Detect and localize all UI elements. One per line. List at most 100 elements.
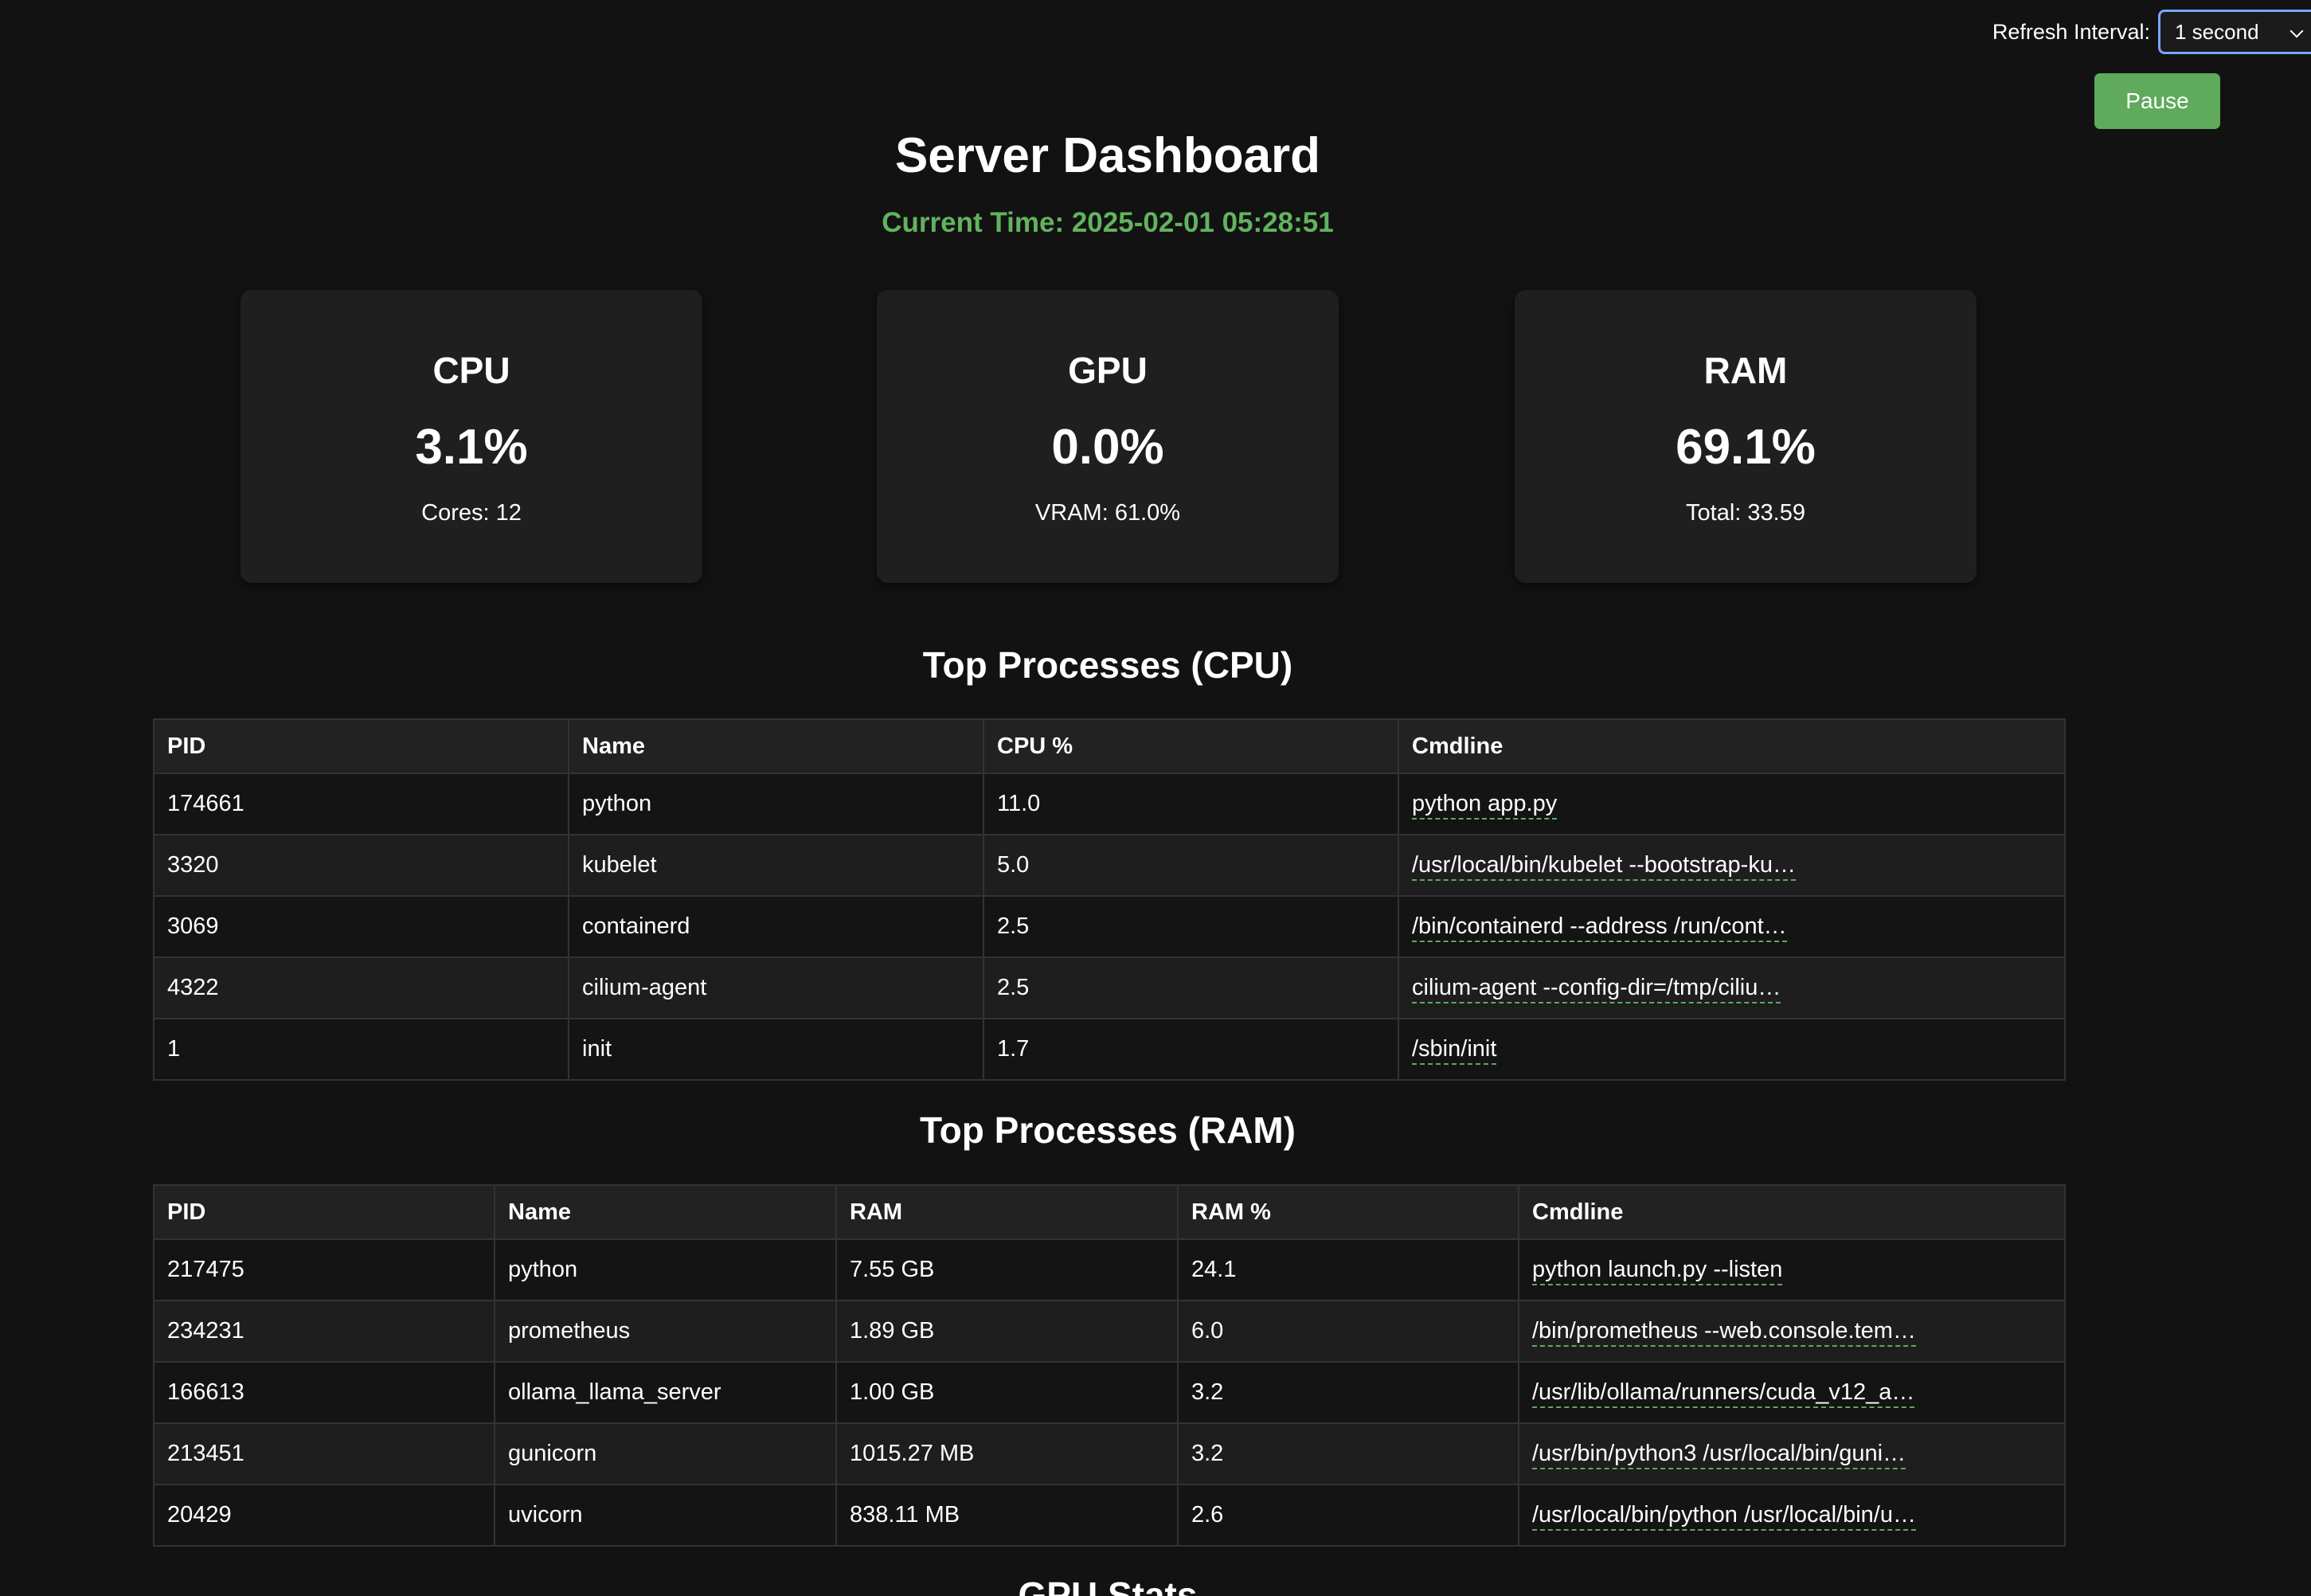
pid-cell: 174661 [153, 773, 569, 835]
column-header-ram: RAM [835, 1184, 1179, 1240]
ram-percent-cell: 3.2 [1177, 1361, 1519, 1424]
ram-cell: 7.55 GB [835, 1238, 1179, 1301]
ram-usage-value: 69.1% [1676, 420, 1816, 475]
gpu-usage-value: 0.0% [1051, 420, 1164, 475]
refresh-interval-label: Refresh Interval: [1992, 19, 2150, 44]
name-cell: kubelet [568, 834, 984, 897]
cmdline-cell: python app.py [1398, 773, 2066, 835]
pause-button[interactable]: Pause [2094, 73, 2220, 129]
cpu-usage-value: 3.1% [415, 420, 528, 475]
ram-total: Total: 33.59 [1686, 500, 1805, 526]
cmdline-text[interactable]: /bin/prometheus --web.console.tem… [1532, 1318, 1916, 1347]
name-cell: prometheus [494, 1300, 837, 1363]
pid-cell: 166613 [153, 1361, 495, 1424]
table-row: 4322 cilium-agent 2.5 cilium-agent --con… [153, 956, 2066, 1019]
pid-cell: 3320 [153, 834, 569, 897]
ram-cell: 1015.27 MB [835, 1422, 1179, 1485]
cmdline-text[interactable]: python launch.py --listen [1532, 1257, 1783, 1285]
ram-cell: 838.11 MB [835, 1484, 1179, 1547]
cmdline-cell: cilium-agent --config-dir=/tmp/ciliu… [1398, 956, 2066, 1019]
page-title: Server Dashboard [894, 128, 1321, 183]
column-header-pid: PID [153, 1184, 495, 1240]
name-cell: cilium-agent [568, 956, 984, 1019]
refresh-interval-value: 1 second [2175, 19, 2259, 44]
ram-processes-title: Top Processes (RAM) [919, 1109, 1296, 1151]
cmdline-text[interactable]: /usr/lib/ollama/runners/cuda_v12_a… [1532, 1379, 1915, 1408]
column-header-cmdline: Cmdline [1398, 718, 2066, 774]
cmdline-text[interactable]: /bin/containerd --address /run/cont… [1412, 913, 1787, 942]
gpu-card: GPU 0.0% VRAM: 61.0% [877, 290, 1339, 583]
table-row: 20429 uvicorn 838.11 MB 2.6 /usr/local/b… [153, 1484, 2066, 1547]
table-row: 1 init 1.7 /sbin/init [153, 1018, 2066, 1081]
cmdline-text[interactable]: /usr/local/bin/kubelet --bootstrap-ku… [1412, 852, 1796, 881]
cpu-card-title: CPU [432, 350, 510, 391]
cmdline-cell: /usr/lib/ollama/runners/cuda_v12_a… [1518, 1361, 2066, 1424]
table-row: 166613 ollama_llama_server 1.00 GB 3.2 /… [153, 1361, 2066, 1424]
column-header-cmdline: Cmdline [1518, 1184, 2066, 1240]
pid-cell: 4322 [153, 956, 569, 1019]
table-row: 3320 kubelet 5.0 /usr/local/bin/kubelet … [153, 834, 2066, 897]
name-cell: containerd [568, 895, 984, 958]
ram-percent-cell: 6.0 [1177, 1300, 1519, 1363]
cmdline-cell: /sbin/init [1398, 1018, 2066, 1081]
gpu-vram: VRAM: 61.0% [1034, 500, 1181, 526]
table-row: 234231 prometheus 1.89 GB 6.0 /bin/prome… [153, 1300, 2066, 1363]
ram-percent-cell: 2.6 [1177, 1484, 1519, 1547]
name-cell: ollama_llama_server [494, 1361, 837, 1424]
cpu-percent-cell: 2.5 [983, 895, 1399, 958]
name-cell: python [568, 773, 984, 835]
pid-cell: 3069 [153, 895, 569, 958]
gpu-stats-title: GPU Stats [1018, 1574, 1198, 1596]
cmdline-text[interactable]: /usr/local/bin/python /usr/local/bin/u… [1532, 1502, 1916, 1531]
cmdline-cell: /usr/local/bin/kubelet --bootstrap-ku… [1398, 834, 2066, 897]
name-cell: python [494, 1238, 837, 1301]
column-header-name: Name [494, 1184, 837, 1240]
pid-cell: 217475 [153, 1238, 495, 1301]
table-row: 3069 containerd 2.5 /bin/containerd --ad… [153, 895, 2066, 958]
pid-cell: 213451 [153, 1422, 495, 1485]
ram-percent-cell: 24.1 [1177, 1238, 1519, 1301]
column-header-cpu-percent: CPU % [983, 718, 1399, 774]
pid-cell: 234231 [153, 1300, 495, 1363]
cmdline-text[interactable]: /usr/bin/python3 /usr/local/bin/guni… [1532, 1441, 1906, 1469]
name-cell: gunicorn [494, 1422, 837, 1485]
cpu-processes-table: PID Name CPU % Cmdline 174661 python 11.… [153, 718, 2066, 1081]
pid-cell: 20429 [153, 1484, 495, 1547]
table-header-row: PID Name CPU % Cmdline [153, 718, 2066, 774]
cpu-processes-title: Top Processes (CPU) [922, 644, 1293, 686]
table-row: 217475 python 7.55 GB 24.1 python launch… [153, 1238, 2066, 1301]
refresh-interval-control: Refresh Interval: 1 second [1992, 10, 2311, 54]
cmdline-cell: python launch.py --listen [1518, 1238, 2066, 1301]
cmdline-cell: /usr/local/bin/python /usr/local/bin/u… [1518, 1484, 2066, 1547]
cmdline-text[interactable]: /sbin/init [1412, 1036, 1497, 1065]
cpu-percent-cell: 2.5 [983, 956, 1399, 1019]
refresh-interval-select[interactable]: 1 second [2158, 10, 2311, 54]
cmdline-cell: /usr/bin/python3 /usr/local/bin/guni… [1518, 1422, 2066, 1485]
current-time: Current Time: 2025-02-01 05:28:51 [882, 207, 1334, 238]
cpu-percent-cell: 5.0 [983, 834, 1399, 897]
table-row: 213451 gunicorn 1015.27 MB 3.2 /usr/bin/… [153, 1422, 2066, 1485]
name-cell: init [568, 1018, 984, 1081]
cmdline-text[interactable]: cilium-agent --config-dir=/tmp/ciliu… [1412, 975, 1781, 1003]
ram-card: RAM 69.1% Total: 33.59 [1515, 290, 1977, 583]
cpu-cores: Cores: 12 [421, 500, 522, 526]
pid-cell: 1 [153, 1018, 569, 1081]
gpu-card-title: GPU [1068, 350, 1148, 391]
cpu-card: CPU 3.1% Cores: 12 [240, 290, 702, 583]
cpu-percent-cell: 1.7 [983, 1018, 1399, 1081]
ram-percent-cell: 3.2 [1177, 1422, 1519, 1485]
column-header-name: Name [568, 718, 984, 774]
ram-card-title: RAM [1703, 350, 1788, 391]
table-header-row: PID Name RAM RAM % Cmdline [153, 1184, 2066, 1240]
table-row: 174661 python 11.0 python app.py [153, 773, 2066, 835]
cmdline-cell: /bin/containerd --address /run/cont… [1398, 895, 2066, 958]
cmdline-cell: /bin/prometheus --web.console.tem… [1518, 1300, 2066, 1363]
cmdline-text[interactable]: python app.py [1412, 791, 1558, 820]
cpu-percent-cell: 11.0 [983, 773, 1399, 835]
ram-processes-table: PID Name RAM RAM % Cmdline 217475 python… [153, 1184, 2066, 1547]
dashboard-page: Refresh Interval: 1 second Pause Server … [0, 0, 2311, 1596]
column-header-ram-percent: RAM % [1177, 1184, 1519, 1240]
ram-cell: 1.00 GB [835, 1361, 1179, 1424]
column-header-pid: PID [153, 718, 569, 774]
name-cell: uvicorn [494, 1484, 837, 1547]
